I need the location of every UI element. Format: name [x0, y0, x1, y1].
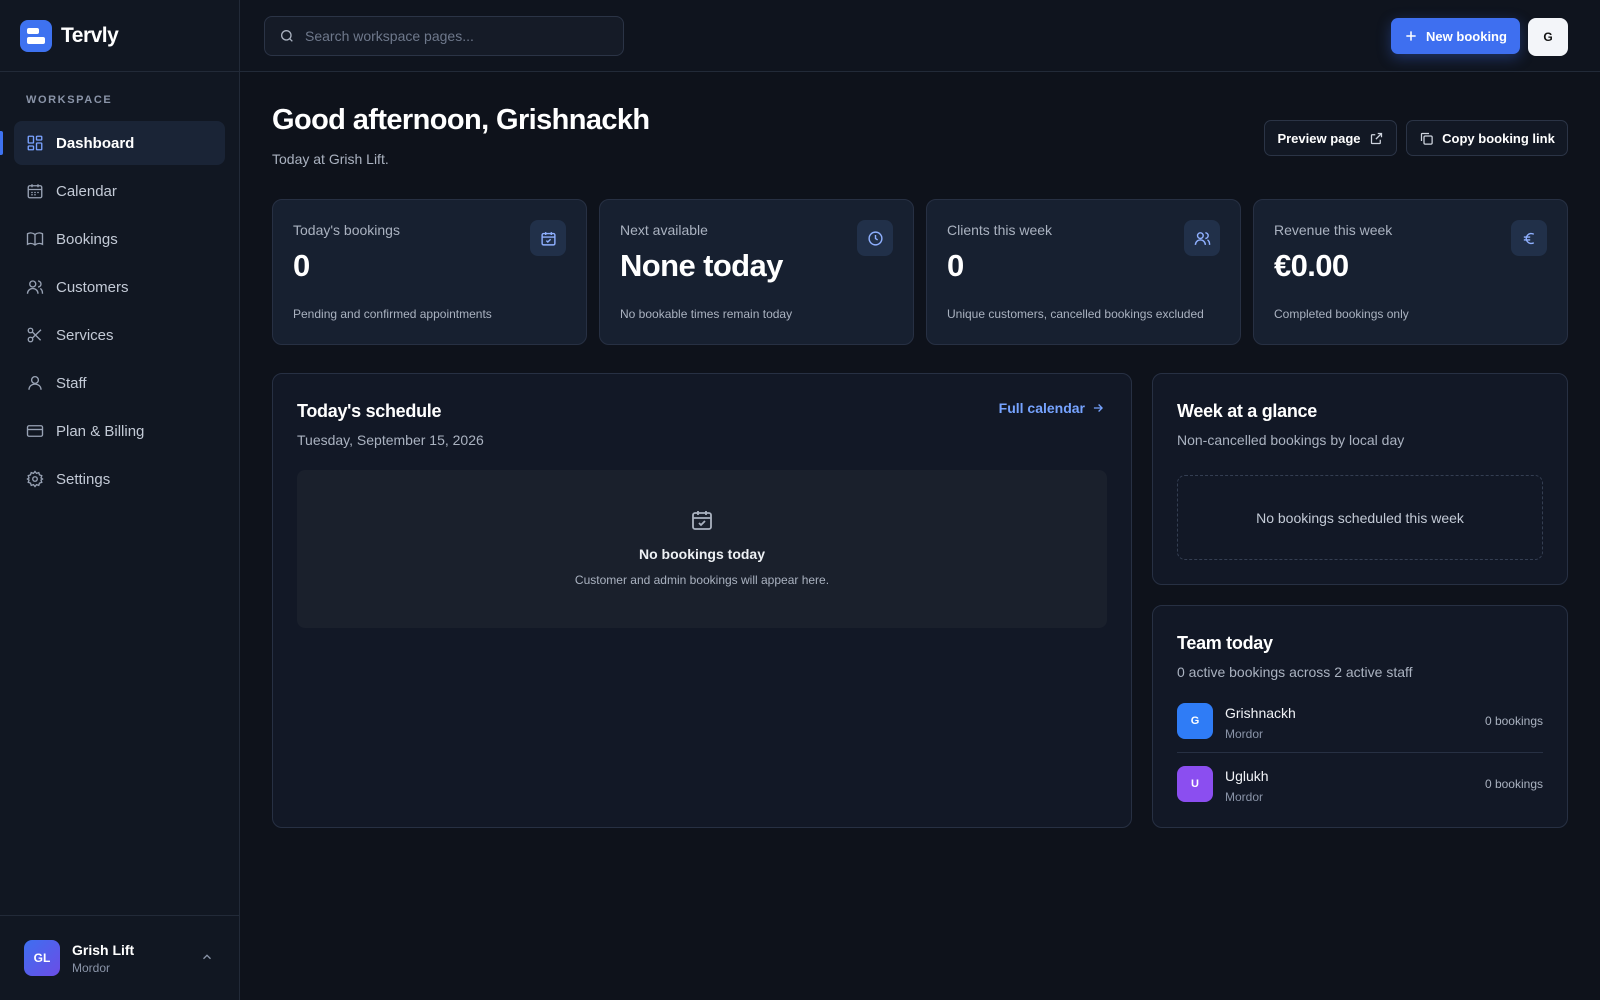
sidebar-item-plan-billing[interactable]: Plan & Billing: [14, 409, 225, 453]
schedule-date: Tuesday, September 15, 2026: [297, 432, 484, 448]
member-booking-count: 0 bookings: [1484, 777, 1543, 791]
stat-card-clients-this-week: Clients this week 0 Unique customers, ca…: [926, 199, 1241, 345]
preview-page-label: Preview page: [1277, 130, 1361, 146]
stat-note: No bookable times remain today: [620, 307, 793, 321]
scissors-icon: [27, 327, 42, 343]
divider: [1177, 752, 1543, 753]
sidebar-item-bookings[interactable]: Bookings: [14, 217, 225, 261]
sidebar-nav: Dashboard Calendar Bookings Customers Se…: [0, 121, 225, 505]
member-name: Grishnackh: [1225, 705, 1296, 721]
member-booking-count: 0 bookings: [1484, 714, 1543, 728]
account-subtitle: Mordor: [72, 960, 111, 975]
search-icon: [281, 30, 293, 42]
page-subtitle: Today at Grish Lift.: [272, 151, 389, 167]
credit-card-icon: [26, 425, 44, 437]
stat-value: €0.00: [1274, 248, 1349, 283]
clock-icon: [857, 220, 893, 256]
stat-value: 0: [293, 248, 310, 283]
copy-booking-link-button[interactable]: Copy booking link: [1406, 120, 1568, 156]
member-location: Mordor: [1225, 790, 1264, 804]
week-title: Week at a glance: [1177, 401, 1317, 421]
new-booking-button[interactable]: New booking: [1391, 18, 1520, 54]
stat-card-todays-bookings: Today's bookings 0 Pending and confirmed…: [272, 199, 587, 345]
avatar: G: [1177, 703, 1213, 739]
calendar-check-icon: [530, 220, 566, 256]
preview-page-button[interactable]: Preview page: [1264, 120, 1397, 156]
stat-note: Pending and confirmed appointments: [293, 307, 492, 321]
member-name: Uglukh: [1225, 768, 1269, 784]
sidebar-item-label: Bookings: [56, 230, 118, 248]
account-switcher[interactable]: GL Grish Lift Mordor: [0, 915, 240, 1000]
calendar-icon: [27, 184, 43, 199]
stat-note: Completed bookings only: [1274, 307, 1409, 321]
top-bar: New booking G: [240, 0, 1600, 72]
stat-label: Revenue this week: [1274, 222, 1393, 238]
search-box[interactable]: [264, 16, 624, 56]
plus-icon: [1406, 31, 1416, 41]
brand-name: Tervly: [61, 23, 119, 47]
avatar: GL: [24, 940, 60, 976]
stat-card-revenue-this-week: Revenue this week €0.00 Completed bookin…: [1253, 199, 1568, 345]
stat-label: Today's bookings: [293, 222, 400, 238]
sidebar-item-label: Plan & Billing: [56, 422, 145, 440]
sidebar-item-label: Staff: [56, 374, 87, 392]
week-at-a-glance-panel: Week at a glance Non-cancelled bookings …: [1152, 373, 1568, 585]
workspace-section-label: WORKSPACE: [26, 94, 113, 106]
empty-state-title: No bookings today: [639, 546, 765, 562]
empty-state-subtitle: Customer and admin bookings will appear …: [574, 573, 830, 587]
team-subtitle: 0 active bookings across 2 active staff: [1177, 664, 1413, 680]
search-input[interactable]: [305, 28, 605, 44]
stat-value: None today: [620, 248, 783, 283]
sidebar-item-label: Settings: [56, 470, 111, 488]
sidebar: Tervly WORKSPACE Dashboard Calendar Book…: [0, 0, 240, 1000]
sidebar-item-calendar[interactable]: Calendar: [14, 169, 225, 213]
full-calendar-link[interactable]: Full calendar: [999, 400, 1105, 416]
sidebar-item-label: Dashboard: [56, 134, 135, 152]
sidebar-item-customers[interactable]: Customers: [14, 265, 225, 309]
brand[interactable]: Tervly: [0, 0, 239, 72]
schedule-empty-state: No bookings today Customer and admin boo…: [297, 470, 1107, 628]
copy-booking-link-label: Copy booking link: [1442, 130, 1555, 146]
sidebar-item-staff[interactable]: Staff: [14, 361, 225, 405]
avatar: U: [1177, 766, 1213, 802]
team-member-row[interactable]: G Grishnackh Mordor 0 bookings: [1177, 703, 1543, 757]
arrow-right-icon: [1093, 404, 1103, 412]
stat-label: Next available: [620, 222, 708, 238]
page-title: Good afternoon, Grishnackh: [272, 104, 650, 136]
euro-icon: [1511, 220, 1547, 256]
users-icon: [26, 280, 44, 294]
team-member-row[interactable]: U Uglukh Mordor 0 bookings: [1177, 766, 1543, 820]
new-booking-label: New booking: [1426, 28, 1507, 44]
sidebar-item-label: Calendar: [56, 182, 117, 200]
user-icon: [28, 375, 42, 390]
external-link-icon: [1370, 132, 1382, 144]
users-icon: [1184, 220, 1220, 256]
book-icon: [26, 232, 44, 246]
team-title: Team today: [1177, 633, 1273, 653]
chevron-up-icon[interactable]: [200, 950, 214, 964]
sidebar-item-settings[interactable]: Settings: [14, 457, 225, 501]
schedule-title: Today's schedule: [297, 401, 442, 421]
full-calendar-label: Full calendar: [998, 400, 1085, 416]
team-today-panel: Team today 0 active bookings across 2 ac…: [1152, 605, 1568, 828]
sidebar-item-label: Customers: [56, 278, 129, 296]
stat-card-next-available: Next available None today No bookable ti…: [599, 199, 914, 345]
brand-logo-icon: [20, 19, 52, 52]
sidebar-item-dashboard[interactable]: Dashboard: [0, 121, 225, 165]
week-subtitle: Non-cancelled bookings by local day: [1177, 432, 1405, 448]
dashboard-icon: [27, 135, 43, 151]
sidebar-item-label: Services: [56, 326, 114, 344]
user-menu-button[interactable]: G: [1528, 18, 1568, 56]
calendar-check-icon: [692, 511, 712, 530]
stat-value: 0: [947, 248, 964, 283]
copy-icon: [1421, 132, 1433, 145]
account-name: Grish Lift: [72, 941, 135, 958]
week-empty-state: No bookings scheduled this week: [1177, 475, 1543, 560]
member-location: Mordor: [1225, 727, 1264, 741]
sidebar-item-services[interactable]: Services: [14, 313, 225, 357]
todays-schedule-panel: Today's schedule Tuesday, September 15, …: [272, 373, 1132, 828]
stat-note: Unique customers, cancelled bookings exc…: [947, 307, 1204, 321]
gear-icon: [26, 470, 44, 488]
stat-label: Clients this week: [947, 222, 1053, 238]
